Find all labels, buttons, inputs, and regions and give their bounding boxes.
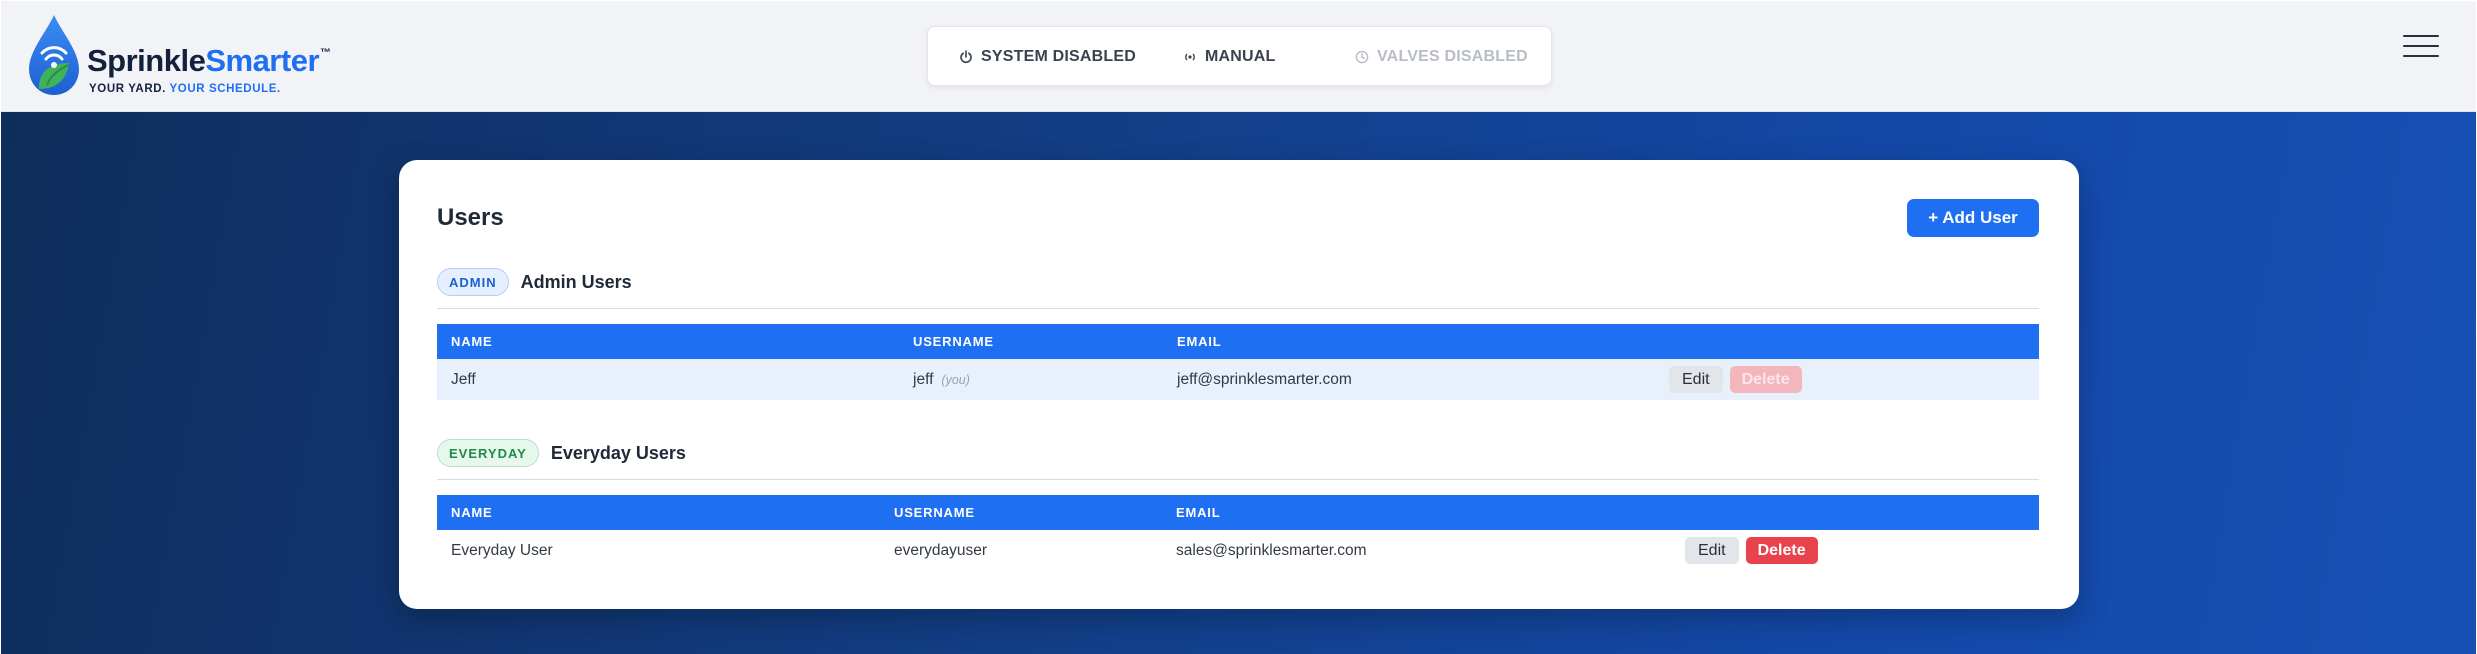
radio-signal-icon <box>1185 53 1195 61</box>
status-valves[interactable]: VALVES DISABLED <box>1355 46 1528 68</box>
clock-icon <box>1355 50 1369 64</box>
delete-user-button[interactable]: Delete <box>1745 537 1818 564</box>
hamburger-menu-icon[interactable] <box>2401 31 2441 61</box>
column-header-username: USERNAME <box>894 505 975 520</box>
column-header-name: NAME <box>451 505 493 520</box>
tagline-primary: YOUR YARD. <box>89 83 166 95</box>
user-name: Everyday User <box>451 542 553 559</box>
user-name: Jeff <box>451 371 476 388</box>
everyday-section-header: EVERYDAY Everyday Users <box>437 438 686 468</box>
admin-badge: ADMIN <box>437 268 509 296</box>
column-header-username: USERNAME <box>913 334 994 349</box>
brand-tagline: YOUR YARD. YOUR SCHEDULE. <box>89 83 281 95</box>
menu-line <box>2403 45 2439 47</box>
brand-name: SprinkleSmarter™ <box>87 43 331 79</box>
admin-section-header: ADMIN Admin Users <box>437 267 632 297</box>
top-header: SprinkleSmarter™ YOUR YARD. YOUR SCHEDUL… <box>1 1 2476 112</box>
menu-line <box>2403 35 2439 37</box>
menu-line <box>2403 55 2439 57</box>
username-value: jeff <box>913 371 934 388</box>
admin-section-title: Admin Users <box>520 271 632 292</box>
table-row: Jeff jeff (you) jeff@sprinklesmarter.com … <box>437 359 2039 400</box>
table-header: NAME USERNAME EMAIL <box>437 495 2039 530</box>
user-username: everydayuser <box>894 542 988 559</box>
table-row: Everyday User everydayuser sales@sprinkl… <box>437 530 2039 571</box>
power-icon <box>960 50 972 64</box>
users-card: Users + Add User ADMIN Admin Users NAME … <box>399 160 2079 609</box>
row-actions: Edit Delete <box>1669 366 1802 393</box>
everyday-section-title: Everyday Users <box>550 442 686 463</box>
page-title: Users <box>437 204 504 231</box>
brand-logo[interactable]: SprinkleSmarter™ YOUR YARD. YOUR SCHEDUL… <box>25 13 331 97</box>
column-header-email: EMAIL <box>1176 505 1221 520</box>
edit-user-button[interactable]: Edit <box>1685 537 1739 564</box>
system-status-bar: SYSTEM DISABLED MANUAL VALVES DISABLED <box>927 26 1552 86</box>
current-user-tag: (you) <box>941 373 970 387</box>
water-drop-logo-icon <box>29 15 79 95</box>
table-header: NAME USERNAME EMAIL <box>437 324 2039 359</box>
status-valves-label: VALVES DISABLED <box>1377 48 1528 65</box>
user-email: sales@sprinklesmarter.com <box>1176 542 1367 559</box>
row-actions: Edit Delete <box>1685 537 1818 564</box>
column-header-name: NAME <box>451 334 493 349</box>
column-header-email: EMAIL <box>1177 334 1222 349</box>
edit-user-button[interactable]: Edit <box>1669 366 1723 393</box>
status-mode[interactable]: MANUAL <box>1183 46 1276 68</box>
section-divider <box>437 479 2039 480</box>
admin-users-table: NAME USERNAME EMAIL Jeff jeff (you) jeff@… <box>437 324 2039 400</box>
section-divider <box>437 308 2039 309</box>
status-system[interactable]: SYSTEM DISABLED <box>959 46 1136 68</box>
user-username: jeff (you) <box>913 359 970 400</box>
status-mode-label: MANUAL <box>1205 48 1276 65</box>
user-email: jeff@sprinklesmarter.com <box>1177 371 1352 388</box>
trademark-mark: ™ <box>320 47 331 59</box>
everyday-badge: EVERYDAY <box>437 439 539 467</box>
add-user-button[interactable]: + Add User <box>1907 199 2039 237</box>
everyday-users-table: NAME USERNAME EMAIL Everyday User everyd… <box>437 495 2039 571</box>
status-system-label: SYSTEM DISABLED <box>981 48 1137 65</box>
brand-name-accent: Smarter <box>205 43 320 78</box>
brand-name-primary: Sprinkle <box>87 43 206 78</box>
tagline-accent: YOUR SCHEDULE. <box>169 83 281 95</box>
delete-user-button: Delete <box>1729 366 1802 393</box>
